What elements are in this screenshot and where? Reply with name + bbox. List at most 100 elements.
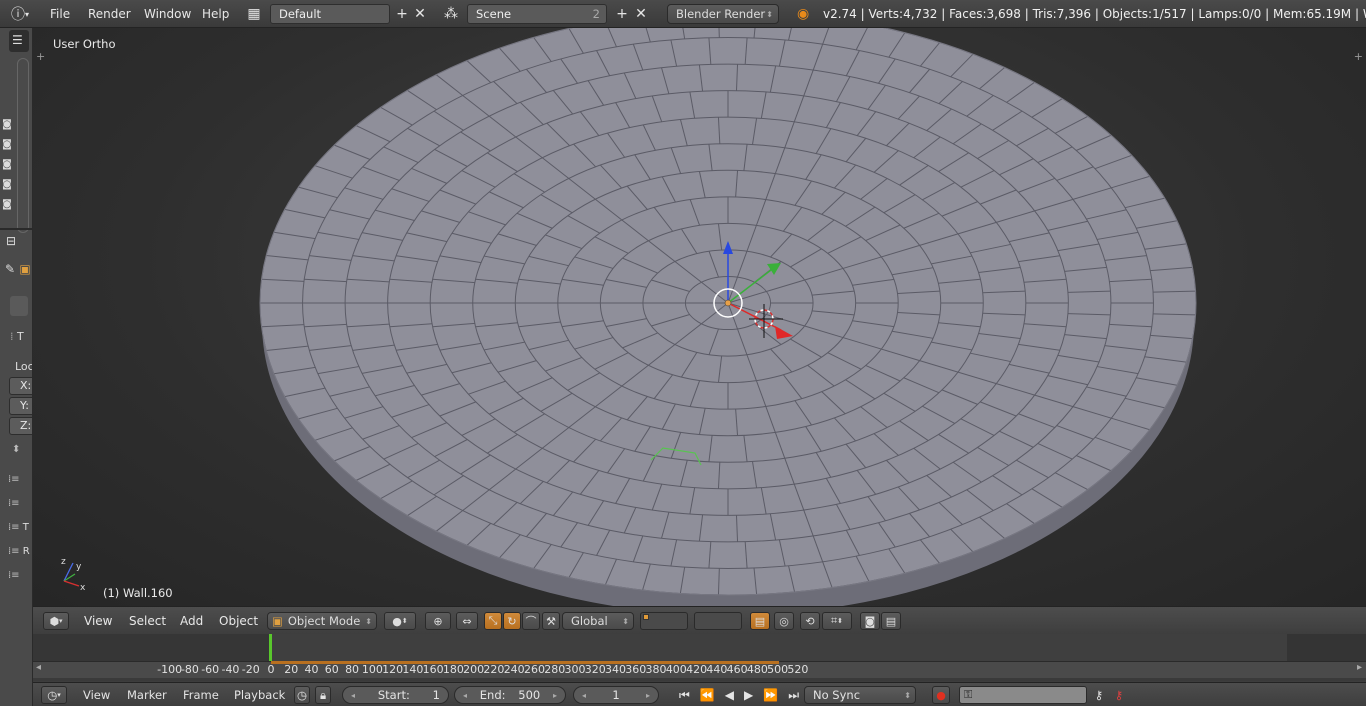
timeline-tick-label: -40	[221, 663, 240, 676]
location-y-field[interactable]: Y:	[9, 397, 32, 415]
timeline-playback-menu[interactable]: Playback	[234, 686, 285, 704]
sync-mode-dropdown[interactable]: No Sync ⬍	[804, 686, 916, 704]
interaction-mode-dropdown[interactable]: ▣ Object Mode ⬍	[267, 612, 377, 630]
scene-icon[interactable]: ⁂	[440, 4, 462, 24]
drag-handle-icon[interactable]: ⁞≡	[8, 474, 20, 485]
3d-viewport[interactable]: z y x User Ortho (1) Wall.160 + +	[33, 28, 1366, 606]
lock-layers-toggle[interactable]: ▤	[750, 612, 770, 630]
add-screen-icon[interactable]: +	[394, 4, 410, 24]
remove-scene-icon[interactable]: ✕	[633, 4, 649, 24]
camera-icon[interactable]: ◙	[0, 198, 14, 212]
keying-set-field[interactable]: ⚿	[959, 686, 1087, 704]
eyedropper-icon[interactable]: ✎	[3, 262, 17, 276]
timeline-tick-label: 500	[767, 663, 789, 676]
menu-help[interactable]: Help	[202, 4, 229, 24]
drag-handle-icon[interactable]: ⁞≡ R	[8, 546, 30, 557]
camera-icon[interactable]: ◙	[0, 178, 14, 192]
remove-screen-icon[interactable]: ✕	[412, 4, 428, 24]
location-x-field[interactable]: X:	[9, 377, 32, 395]
properties-toggle-icon[interactable]: +	[1354, 50, 1363, 63]
location-z-field[interactable]: Z:	[9, 417, 32, 435]
lock-frame-toggle[interactable]: 🔒︎	[315, 686, 331, 704]
screen-layout-icon[interactable]: ▦	[243, 4, 265, 24]
tab-label-transform[interactable]: ⁞ T	[10, 330, 24, 343]
translate-manipulator-toggle[interactable]: ⤡	[484, 612, 502, 630]
end-frame-field[interactable]: ◂ End: 500 ▸	[454, 686, 566, 704]
reorder-icon[interactable]: ⬍	[12, 444, 20, 455]
layer-buttons-group-1[interactable]	[640, 612, 688, 630]
snap-element-dropdown[interactable]: ⌗ ⬍	[822, 612, 852, 630]
play-reverse-icon[interactable]: ◀	[725, 688, 734, 702]
decrement-icon[interactable]: ◂	[582, 691, 586, 700]
timeline-frame-menu[interactable]: Frame	[183, 686, 219, 704]
brick-disk-mesh[interactable]: z y x	[33, 28, 1366, 606]
render-opengl-button[interactable]: ◙	[860, 612, 880, 630]
menu-render[interactable]: Render	[88, 4, 131, 24]
camera-icon[interactable]: ◙	[0, 118, 14, 132]
render-engine-dropdown[interactable]: Blender Render ⬍	[667, 4, 779, 24]
timeline-out-of-range	[1287, 634, 1366, 661]
select-menu[interactable]: Select	[129, 612, 166, 630]
timeline-tick-label: 480	[746, 663, 768, 676]
pivot-point-dropdown[interactable]: ⊕	[425, 612, 451, 630]
timeline-tick-label: 160	[422, 663, 444, 676]
jump-start-icon[interactable]: ⏮	[679, 688, 690, 703]
prev-keyframe-icon[interactable]: ⏪	[700, 688, 715, 702]
delete-keyframe-icon[interactable]: ⚷	[1111, 686, 1127, 704]
scale-manipulator-toggle[interactable]: ⌒	[522, 612, 540, 630]
increment-icon[interactable]: ▸	[553, 691, 557, 700]
scene-field[interactable]: Scene 2	[467, 4, 607, 24]
snap-toggle[interactable]: ⟲	[800, 612, 820, 630]
editor-type-timeline-button[interactable]: ◷ ▾	[41, 686, 67, 704]
timeline-editor[interactable]: -100 -80 -60 -40 -20 0 20 40 60 80 100 120 140 160 180…	[33, 634, 1366, 681]
drag-handle-icon[interactable]: ⁞≡	[8, 498, 20, 509]
render-engine-label: Blender Render	[676, 7, 766, 21]
timeline-tick-label: 340	[605, 663, 627, 676]
timeline-marker-menu[interactable]: Marker	[127, 686, 167, 704]
viewport-shading-dropdown[interactable]: ● ⬍	[384, 612, 416, 630]
drag-handle-icon[interactable]: ⁞≡ T	[8, 522, 29, 533]
editor-type-3dview-button[interactable]: ⬢ ▾	[43, 612, 69, 630]
jump-end-icon[interactable]: ⏭	[788, 688, 799, 703]
toggle-icon[interactable]: ⊟	[4, 234, 18, 248]
camera-icon[interactable]: ◙	[0, 138, 14, 152]
object-menu[interactable]: Object	[219, 612, 258, 630]
rotate-manipulator-toggle[interactable]: ↻	[503, 612, 521, 630]
editor-type-info-button[interactable]: ⓘ ▾	[4, 4, 36, 24]
timeline-track-area[interactable]	[33, 634, 1366, 661]
proportional-edit-toggle[interactable]: ◎	[774, 612, 794, 630]
view-menu[interactable]: View	[84, 612, 112, 630]
menu-file[interactable]: File	[50, 4, 70, 24]
layer-buttons-group-2[interactable]	[694, 612, 742, 630]
increment-icon[interactable]: ▸	[646, 691, 650, 700]
start-frame-field[interactable]: ◂ Start: 1	[342, 686, 449, 704]
add-scene-icon[interactable]: +	[614, 4, 630, 24]
current-frame-field[interactable]: ◂ 1 ▸	[573, 686, 659, 704]
camera-icon[interactable]: ◙	[0, 158, 14, 172]
menu-window[interactable]: Window	[144, 4, 191, 24]
play-icon[interactable]: ▶	[744, 688, 753, 702]
screen-layout-field[interactable]: Default	[270, 4, 390, 24]
scroll-left-icon[interactable]: ◂	[36, 662, 41, 673]
toolshelf-toggle-icon[interactable]: +	[36, 50, 45, 63]
timeline-before-range	[33, 634, 269, 661]
timeline-view-menu[interactable]: View	[83, 686, 110, 704]
transform-tool-toggle[interactable]: ⚒	[542, 612, 560, 630]
next-keyframe-icon[interactable]: ⏩	[763, 688, 778, 702]
scroll-right-icon[interactable]: ▸	[1357, 662, 1362, 673]
tool-tab-active[interactable]: ☰	[9, 30, 29, 52]
preview-range-toggle[interactable]: ◷	[294, 686, 310, 704]
insert-keyframe-icon[interactable]: ⚷	[1091, 686, 1107, 704]
auto-keying-toggle[interactable]: ●	[932, 686, 950, 704]
proportional-edit-icon: ◎	[779, 614, 789, 628]
add-menu[interactable]: Add	[180, 612, 203, 630]
panel-button[interactable]	[10, 296, 28, 316]
decrement-icon[interactable]: ◂	[351, 691, 355, 700]
panel-scrollbar[interactable]	[17, 58, 29, 233]
decrement-icon[interactable]: ◂	[463, 691, 467, 700]
transform-orientation-dropdown[interactable]: Global ⬍	[562, 612, 634, 630]
render-animation-button[interactable]: ▤	[881, 612, 901, 630]
manipulator-toggle[interactable]: ⇔	[456, 612, 478, 630]
current-frame-cursor[interactable]	[269, 634, 272, 662]
drag-handle-icon[interactable]: ⁞≡	[8, 570, 20, 581]
